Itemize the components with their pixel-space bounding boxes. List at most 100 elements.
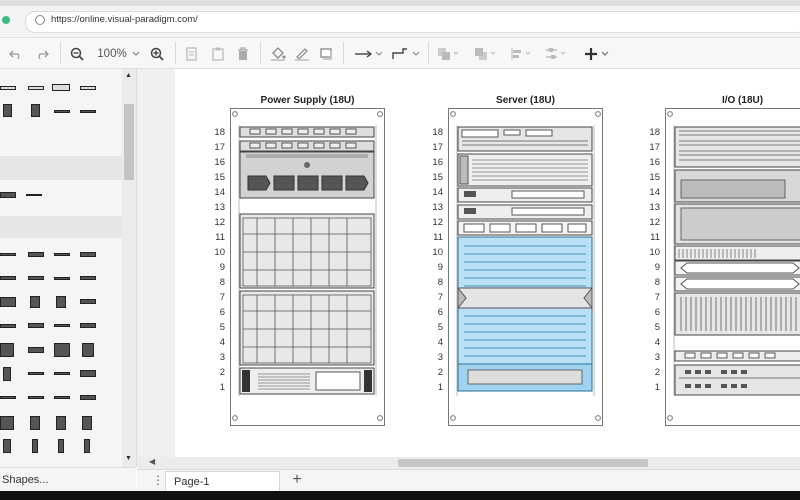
sidebar-category-header[interactable] — [0, 216, 122, 238]
rack-device-shape-icon[interactable] — [0, 343, 14, 357]
status-dot-icon — [2, 16, 10, 24]
more-shapes-label[interactable]: Shapes... — [2, 474, 48, 486]
add-element-icon[interactable] — [584, 46, 610, 62]
rack-unit-number: 9 — [437, 262, 443, 273]
rack-unit-number: 1 — [437, 382, 443, 393]
rack-device-shape-icon[interactable] — [28, 347, 44, 353]
rack-device-shape-icon[interactable] — [3, 439, 11, 453]
rack-device-shape-icon[interactable] — [0, 86, 16, 90]
rack-unit-number: 3 — [437, 352, 443, 363]
rack-device-shape-icon[interactable] — [80, 86, 96, 90]
scroll-down-arrow-icon[interactable]: ▼ — [125, 455, 132, 462]
waypoint-style-icon[interactable] — [391, 46, 421, 62]
rack-device-shape-icon[interactable] — [32, 439, 38, 453]
sidebar-category-header[interactable] — [0, 156, 122, 180]
rack-device-shape-icon[interactable] — [80, 110, 96, 113]
rack-device-shape-icon[interactable] — [28, 323, 44, 328]
rack-device-shape-icon[interactable] — [80, 252, 96, 257]
canvas-horizontal-scrollbar-thumb[interactable] — [398, 459, 648, 467]
toolbar-separator — [60, 42, 61, 64]
rack-unit-number: 2 — [219, 367, 225, 378]
rack-device-shape-icon[interactable] — [58, 439, 64, 453]
copy-icon[interactable] — [185, 46, 199, 62]
power-supply-rack-devices — [232, 111, 383, 421]
rack-unit-number: 1 — [654, 382, 660, 393]
rack-unit-number: 4 — [437, 337, 443, 348]
zoom-in-icon[interactable] — [150, 46, 164, 62]
align-icon[interactable] — [510, 46, 534, 62]
rack-device-shape-icon[interactable] — [54, 343, 70, 357]
rack-device-shape-icon[interactable] — [0, 297, 16, 307]
rack-device-shape-icon[interactable] — [80, 323, 96, 328]
rack-unit-number: 16 — [649, 157, 660, 168]
shadow-icon[interactable] — [319, 46, 335, 62]
scroll-up-arrow-icon[interactable]: ▲ — [125, 72, 132, 79]
rack-device-shape-icon[interactable] — [80, 370, 96, 377]
rack-device-shape-icon[interactable] — [56, 416, 66, 430]
rack-unit-number: 6 — [437, 307, 443, 318]
rack-device-shape-icon[interactable] — [80, 395, 96, 400]
rack-device-shape-icon[interactable] — [84, 439, 90, 453]
rack-device-shape-icon[interactable] — [0, 416, 14, 430]
rack-device-shape-icon[interactable] — [30, 416, 40, 430]
rack-device-shape-icon[interactable] — [54, 396, 70, 399]
redo-icon[interactable] — [35, 46, 49, 62]
toolbar-separator — [260, 42, 261, 64]
rack-unit-number: 5 — [219, 322, 225, 333]
rack-title-io[interactable]: I/O (18U) — [665, 95, 800, 106]
rack-device-shape-icon[interactable] — [54, 324, 70, 327]
rack-device-shape-icon[interactable] — [0, 324, 16, 328]
page-info-icon[interactable] — [35, 15, 45, 25]
sidebar-scrollbar-thumb[interactable] — [124, 104, 134, 180]
line-color-icon[interactable] — [294, 46, 310, 62]
add-page-icon[interactable]: + — [287, 469, 307, 491]
chevron-down-icon[interactable] — [131, 46, 141, 62]
rack-title-power-supply[interactable]: Power Supply (18U) — [230, 95, 385, 106]
to-front-icon[interactable] — [437, 46, 461, 62]
rack-device-shape-icon[interactable] — [80, 276, 96, 280]
rack-device-shape-icon[interactable] — [52, 84, 70, 91]
rack-device-shape-icon[interactable] — [0, 276, 16, 280]
undo-icon[interactable] — [9, 46, 23, 62]
rack-unit-number: 12 — [214, 217, 225, 228]
page-tab-label[interactable]: Page-1 — [174, 476, 209, 488]
rack-device-shape-icon[interactable] — [28, 276, 44, 280]
rack-device-shape-icon[interactable] — [82, 416, 92, 430]
rack-device-shape-icon[interactable] — [3, 104, 12, 117]
rack-device-shape-icon[interactable] — [28, 396, 44, 399]
rack-device-shape-icon[interactable] — [28, 252, 44, 257]
delete-icon[interactable] — [236, 46, 250, 62]
rack-device-shape-icon[interactable] — [54, 277, 70, 280]
rack-device-shape-icon[interactable] — [3, 367, 11, 381]
rack-unit-number: 18 — [214, 127, 225, 138]
fill-color-icon[interactable] — [270, 46, 286, 62]
rack-device-shape-icon[interactable] — [54, 253, 70, 256]
rack-unit-number: 2 — [437, 367, 443, 378]
rack-device-shape-icon[interactable] — [31, 104, 40, 117]
url-text[interactable]: https://online.visual-paradigm.com/ — [51, 14, 198, 25]
rack-unit-number: 7 — [437, 292, 443, 303]
rack-device-shape-icon[interactable] — [54, 372, 70, 375]
rack-device-shape-icon[interactable] — [80, 299, 96, 304]
rack-device-shape-icon[interactable] — [0, 192, 16, 198]
rack-device-shape-icon[interactable] — [28, 372, 44, 375]
rack-device-shape-icon[interactable] — [56, 296, 66, 308]
rack-device-shape-icon[interactable] — [28, 86, 44, 90]
rack-device-shape-icon[interactable] — [82, 343, 94, 357]
rack-device-shape-icon[interactable] — [54, 110, 70, 113]
zoom-out-icon[interactable] — [70, 46, 84, 62]
rack-device-shape-icon[interactable] — [0, 396, 16, 399]
paste-icon[interactable] — [211, 46, 225, 62]
rack-title-server[interactable]: Server (18U) — [448, 95, 603, 106]
scroll-left-arrow-icon[interactable]: ◀ — [149, 457, 155, 466]
to-back-icon[interactable] — [474, 46, 498, 62]
zoom-level[interactable]: 100% — [94, 46, 130, 62]
rack-device-shape-icon[interactable] — [30, 296, 40, 308]
rack-device-shape-icon[interactable] — [0, 253, 16, 256]
toolbar-separator — [428, 42, 429, 64]
rack-unit-number: 4 — [219, 337, 225, 348]
toolbar-separator — [343, 42, 344, 64]
rack-device-shape-icon[interactable] — [26, 194, 42, 196]
distribute-icon[interactable] — [545, 46, 569, 62]
connector-style-icon[interactable] — [354, 46, 384, 62]
